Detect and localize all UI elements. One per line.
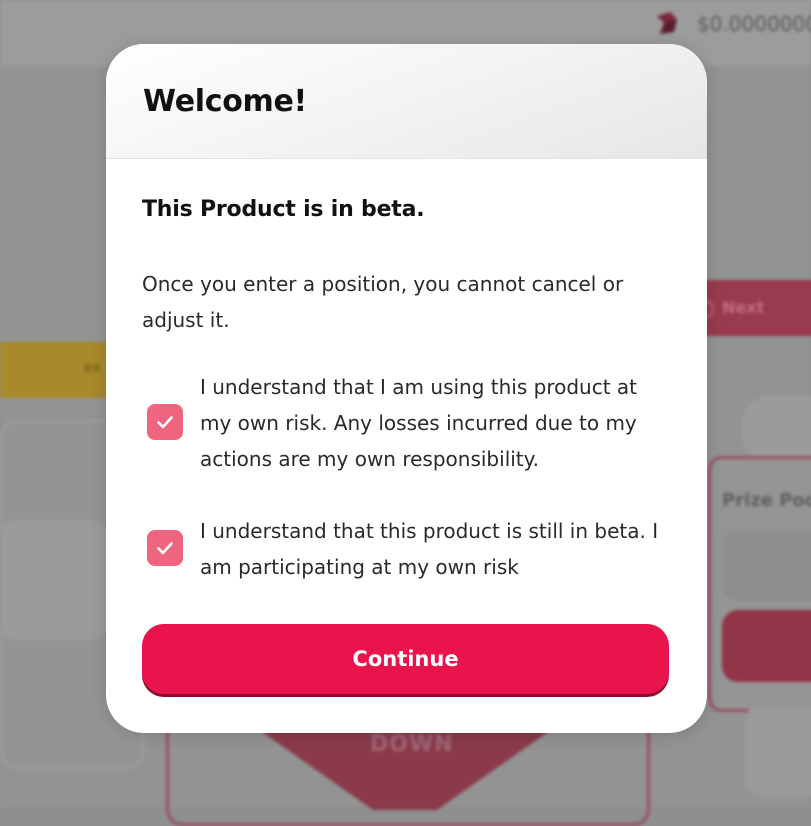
welcome-modal: Welcome! This Product is in beta. Once y… bbox=[106, 44, 707, 733]
prize-pool-button[interactable] bbox=[722, 610, 811, 682]
modal-header: Welcome! bbox=[106, 44, 707, 159]
next-button-label: Next bbox=[722, 298, 765, 317]
right-bottom-card bbox=[745, 706, 811, 796]
prize-pool-label: Prize Pool bbox=[722, 490, 811, 511]
checkmark-icon bbox=[157, 416, 173, 429]
continue-button[interactable]: Continue bbox=[142, 624, 669, 694]
risk-checkbox-label: I understand that I am using this produc… bbox=[200, 375, 638, 471]
checkmark-icon bbox=[157, 542, 173, 555]
left-card-inner bbox=[0, 520, 110, 640]
risk-checkbox-row[interactable]: I understand that I am using this produc… bbox=[147, 369, 665, 477]
prize-pool-field bbox=[722, 530, 811, 600]
down-button-label: DOWN bbox=[370, 732, 454, 757]
logo-icon bbox=[657, 12, 677, 34]
beta-checkbox[interactable] bbox=[147, 530, 183, 566]
modal-title: Welcome! bbox=[143, 84, 307, 119]
balance-display: $0.00000000 bbox=[697, 12, 811, 36]
yellow-banner-label: ex bbox=[84, 360, 101, 376]
yellow-banner bbox=[0, 342, 120, 398]
round-card bbox=[742, 395, 811, 465]
modal-description: Once you enter a position, you cannot ca… bbox=[142, 272, 624, 332]
beta-checkbox-row[interactable]: I understand that this product is still … bbox=[147, 513, 665, 585]
beta-checkbox-label: I understand that this product is still … bbox=[200, 519, 659, 579]
modal-body: This Product is in beta. Once you enter … bbox=[142, 197, 670, 579]
risk-checkbox[interactable] bbox=[147, 404, 183, 440]
modal-subtitle: This Product is in beta. bbox=[142, 197, 425, 222]
